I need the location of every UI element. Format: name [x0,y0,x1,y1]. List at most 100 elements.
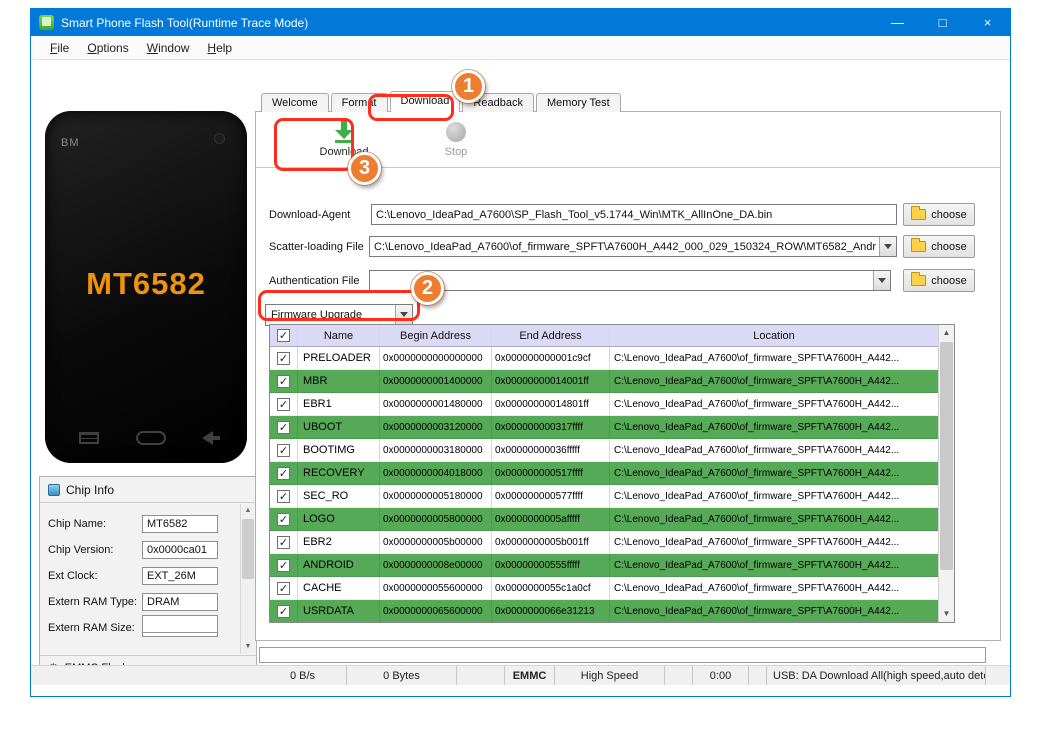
scroll-down-icon[interactable]: ▼ [241,640,255,654]
end-address: 0x000000000577ffff [492,485,610,507]
header-location[interactable]: Location [610,325,938,346]
partition-name: LOGO [298,508,380,530]
partition-name: UBOOT [298,416,380,438]
table-body: PRELOADER 0x0000000000000000 0x000000000… [270,347,938,622]
partition-location: C:\Lenovo_IdeaPad_A7600\of_firmware_SPFT… [614,560,900,571]
scroll-up-icon[interactable]: ▲ [939,325,954,341]
partition-location: C:\Lenovo_IdeaPad_A7600\of_firmware_SPFT… [614,422,900,433]
row-checkbox[interactable] [277,443,290,457]
row-checkbox[interactable] [277,374,290,388]
menu-item[interactable]: File [41,38,78,58]
partition-name: EBR1 [298,393,380,415]
chip-field-value: 0x0000ca01 [142,541,218,559]
row-checkbox[interactable] [277,466,290,480]
phone-back-icon [202,431,220,445]
app-window: Smart Phone Flash Tool(Runtime Trace Mod… [30,8,1011,697]
folder-icon [911,238,927,252]
end-address: 0x0000000005b001ff [492,531,610,553]
table-row[interactable]: PRELOADER 0x0000000000000000 0x000000000… [270,347,938,370]
table-row[interactable]: UBOOT 0x0000000003120000 0x000000000317f… [270,416,938,439]
download-agent-label: Download-Agent [269,209,351,221]
menu-item[interactable]: Options [78,38,137,58]
begin-address: 0x0000000000000000 [380,347,492,369]
header-begin-address[interactable]: Begin Address [380,325,492,346]
annotation-box-download-tab [368,94,454,121]
phone-home-icon [135,431,166,445]
header-name[interactable]: Name [298,325,380,346]
chip-info-scrollbar[interactable]: ▲ ▼ [240,504,255,654]
begin-address: 0x0000000005800000 [380,508,492,530]
header-end-address[interactable]: End Address [492,325,610,346]
begin-address: 0x0000000055600000 [380,577,492,599]
row-checkbox[interactable] [277,351,290,365]
table-scrollbar[interactable]: ▲ ▼ [938,325,954,622]
table-row[interactable]: USRDATA 0x0000000065600000 0x0000000066e… [270,600,938,622]
partition-name: RECOVERY [298,462,380,484]
table-row[interactable]: ANDROID 0x0000000008e00000 0x00000000555… [270,554,938,577]
title-bar[interactable]: Smart Phone Flash Tool(Runtime Trace Mod… [31,9,1010,36]
menu-item[interactable]: Help [198,38,241,58]
partition-location: C:\Lenovo_IdeaPad_A7600\of_firmware_SPFT… [614,514,900,525]
row-checkbox[interactable] [277,420,290,434]
chip-field-value: DRAM [142,593,218,611]
auth-dropdown-icon[interactable] [873,271,890,290]
chip-info-header: Chip Info [40,477,256,503]
row-checkbox[interactable] [277,489,290,503]
row-checkbox[interactable] [277,604,290,618]
scatter-file-label: Scatter-loading File [269,241,364,253]
phone-chip-label: MT6582 [86,265,206,301]
end-address: 0x00000000555fffff [492,554,610,576]
menu-item[interactable]: Window [138,38,199,58]
auth-choose-button[interactable]: choose [903,269,975,292]
scrollbar-thumb[interactable] [242,519,254,579]
chip-field-label: Extern RAM Type: [48,596,138,608]
scrollbar-thumb[interactable] [940,342,953,570]
auth-file-input[interactable] [369,270,891,291]
folder-icon [911,272,927,286]
table-row[interactable]: CACHE 0x0000000055600000 0x0000000055c1a… [270,577,938,600]
partition-location: C:\Lenovo_IdeaPad_A7600\of_firmware_SPFT… [614,445,900,456]
tab[interactable]: Welcome [261,93,329,112]
partition-name: USRDATA [298,600,380,622]
row-checkbox[interactable] [277,397,290,411]
partition-table: Name Begin Address End Address Location … [269,324,955,623]
window-title: Smart Phone Flash Tool(Runtime Trace Mod… [61,15,309,30]
table-row[interactable]: LOGO 0x0000000005800000 0x0000000005afff… [270,508,938,531]
stop-button[interactable]: Stop [418,115,494,165]
scroll-down-icon[interactable]: ▼ [939,606,954,622]
table-row[interactable]: EBR1 0x0000000001480000 0x00000000014801… [270,393,938,416]
chip-field-label: Ext Clock: [48,570,98,582]
table-row[interactable]: SEC_RO 0x0000000005180000 0x000000000577… [270,485,938,508]
end-address: 0x00000000036fffff [492,439,610,461]
partition-name: MBR [298,370,380,392]
chip-icon [48,483,60,496]
partition-name: BOOTIMG [298,439,380,461]
close-button[interactable]: × [965,9,1010,36]
partition-location: C:\Lenovo_IdeaPad_A7600\of_firmware_SPFT… [614,606,900,617]
status-bytes: 0 Bytes [347,666,457,685]
row-checkbox[interactable] [277,535,290,549]
scatter-choose-button[interactable]: choose [903,235,975,258]
table-row[interactable]: BOOTIMG 0x0000000003180000 0x00000000036… [270,439,938,462]
row-checkbox[interactable] [277,581,290,595]
download-agent-choose-button[interactable]: choose [903,203,975,226]
phone-menu-icon [79,432,99,444]
row-checkbox[interactable] [277,512,290,526]
partition-name: PRELOADER [298,347,380,369]
scroll-up-icon[interactable]: ▲ [241,504,255,518]
phone-camera-icon [214,133,225,144]
row-checkbox[interactable] [277,558,290,572]
scatter-dropdown-icon[interactable] [879,237,896,256]
partition-location: C:\Lenovo_IdeaPad_A7600\of_firmware_SPFT… [614,353,900,364]
maximize-button[interactable]: □ [920,9,965,36]
table-row[interactable]: MBR 0x0000000001400000 0x00000000014001f… [270,370,938,393]
minimize-button[interactable]: — [875,9,920,36]
download-agent-input[interactable] [371,204,897,225]
table-row[interactable]: EBR2 0x0000000005b00000 0x0000000005b001… [270,531,938,554]
select-all-checkbox[interactable] [277,329,290,342]
begin-address: 0x0000000005180000 [380,485,492,507]
scatter-file-input[interactable] [369,236,897,257]
begin-address: 0x0000000065600000 [380,600,492,622]
table-row[interactable]: RECOVERY 0x0000000004018000 0x0000000005… [270,462,938,485]
tab[interactable]: Memory Test [535,93,621,112]
